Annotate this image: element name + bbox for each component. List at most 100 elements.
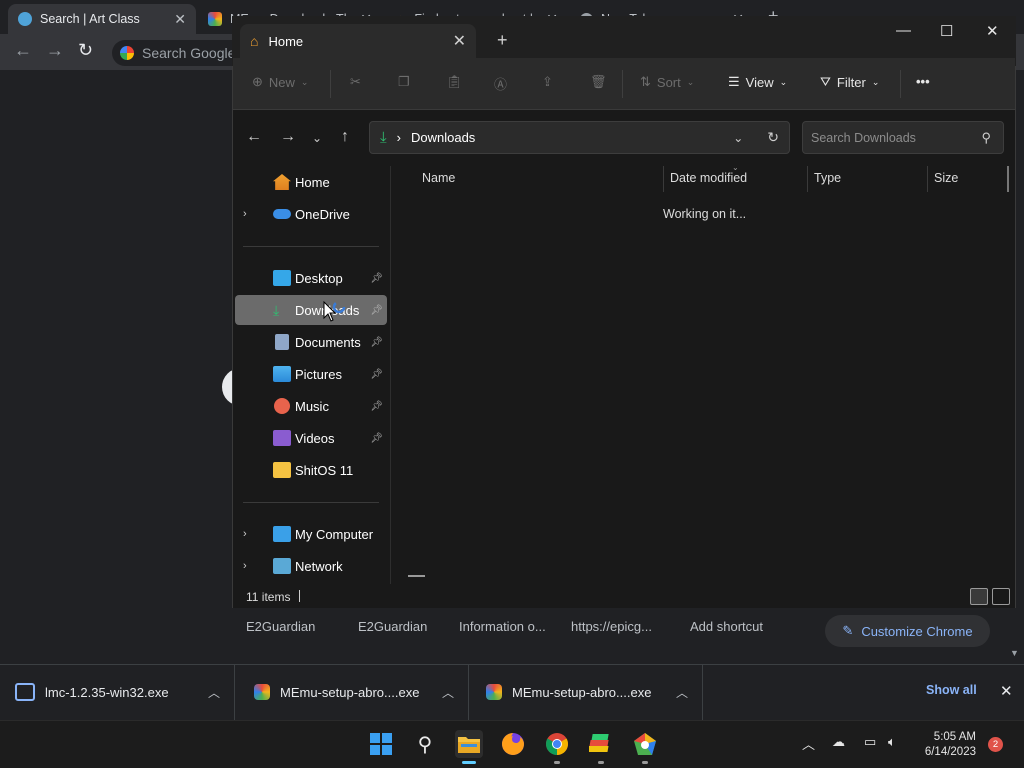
- close-icon[interactable]: ✕: [453, 31, 466, 51]
- omnibox-placeholder: Search Google: [142, 45, 236, 61]
- details-view-icon[interactable]: [970, 588, 988, 605]
- memu-icon[interactable]: [631, 730, 659, 764]
- pin-icon[interactable]: 📌︎: [370, 369, 383, 380]
- shortcut-tile[interactable]: E2Guardian: [246, 619, 315, 634]
- tiles-view-icon[interactable]: [992, 588, 1010, 605]
- back-arrow-icon[interactable]: ←: [246, 128, 262, 146]
- up-arrow-icon[interactable]: ↑: [341, 128, 349, 146]
- notification-badge[interactable]: 2: [988, 737, 1003, 752]
- paste-icon[interactable]: 📋︎: [446, 74, 463, 90]
- minimize-button[interactable]: —: [896, 22, 911, 39]
- add-shortcut-tile[interactable]: Add shortcut: [690, 619, 763, 634]
- pin-icon[interactable]: 📌︎: [370, 433, 383, 444]
- column-header-type[interactable]: Type: [814, 171, 841, 185]
- explorer-new-tab-button[interactable]: +: [497, 30, 508, 51]
- chevron-right-icon[interactable]: ›: [243, 560, 257, 572]
- chevron-up-tray-icon[interactable]: ︿: [802, 734, 815, 753]
- search-placeholder: Search Downloads: [811, 130, 916, 145]
- forward-arrow-icon[interactable]: →: [280, 128, 296, 146]
- volume-icon[interactable]: 🔈︎: [888, 734, 896, 750]
- view-button[interactable]: ☰ View ⌄: [728, 74, 787, 90]
- column-header-name[interactable]: Name: [422, 171, 455, 185]
- search-icon[interactable]: ⚲: [411, 730, 439, 758]
- sidebar-item-shitos[interactable]: ShitOS 11: [235, 455, 387, 485]
- sidebar-item-network[interactable]: › Network: [235, 551, 387, 581]
- sidebar-item-videos[interactable]: Videos 📌︎: [235, 423, 387, 453]
- close-window-button[interactable]: ✕: [986, 22, 999, 40]
- memu-file-icon: [254, 684, 270, 700]
- filter-button[interactable]: ⛛ Filter ⌄: [820, 74, 879, 90]
- delete-icon[interactable]: 🗑︎: [590, 74, 607, 90]
- close-icon[interactable]: ✕: [174, 11, 186, 28]
- column-header-date-modified[interactable]: Date modified: [670, 171, 747, 185]
- start-windows-icon[interactable]: [367, 730, 395, 758]
- refresh-icon[interactable]: ↻: [767, 129, 779, 146]
- taskbar-clock[interactable]: 5:05 AM 6/14/2023: [918, 730, 976, 760]
- chevron-down-icon[interactable]: ⌄: [733, 131, 743, 145]
- column-header-size[interactable]: Size: [934, 171, 958, 185]
- sidebar-item-home[interactable]: Home: [235, 167, 387, 197]
- more-options-button[interactable]: •••: [916, 74, 930, 89]
- column-separator[interactable]: [663, 166, 664, 192]
- sidebar-item-label: Network: [295, 558, 343, 574]
- clock-date: 6/14/2023: [924, 746, 976, 758]
- sidebar-item-downloads[interactable]: ⤓ Downloads 📌︎: [235, 295, 387, 325]
- download-item[interactable]: MEmu-setup-abro....exe ︿: [236, 664, 469, 720]
- new-button[interactable]: ⊕ New ⌄: [252, 74, 308, 90]
- search-input[interactable]: Search Downloads ⚲: [802, 121, 1004, 154]
- reload-icon[interactable]: ↻: [78, 40, 93, 61]
- shortcut-tile[interactable]: Information o...: [459, 619, 546, 634]
- memu-favicon-icon: [208, 12, 222, 26]
- forward-icon[interactable]: →: [46, 40, 64, 61]
- pin-icon[interactable]: 📌︎: [370, 305, 383, 316]
- network-tray-icon[interactable]: ▭: [864, 734, 876, 750]
- file-explorer-taskbar-icon[interactable]: [455, 730, 483, 764]
- column-separator[interactable]: [807, 166, 808, 192]
- memu-file-icon: [486, 684, 502, 700]
- vertical-scrollbar[interactable]: [1007, 166, 1009, 192]
- show-all-downloads-button[interactable]: Show all: [926, 683, 977, 697]
- back-icon[interactable]: ←: [14, 40, 32, 61]
- sidebar-item-pictures[interactable]: Pictures 📌︎: [235, 359, 387, 389]
- rename-icon[interactable]: Ⓐ: [494, 74, 507, 93]
- chrome-icon[interactable]: [543, 730, 571, 764]
- sort-button[interactable]: ⇅ Sort ⌄: [640, 74, 694, 90]
- pin-icon[interactable]: 📌︎: [370, 273, 383, 284]
- horizontal-scrollbar[interactable]: [408, 575, 425, 577]
- firefox-icon[interactable]: [499, 730, 527, 758]
- close-download-shelf-icon[interactable]: ✕: [1000, 682, 1013, 700]
- pin-icon[interactable]: 📌︎: [370, 337, 383, 348]
- download-item[interactable]: MEmu-setup-abro....exe ︿: [470, 664, 703, 720]
- bluestacks-icon[interactable]: [587, 730, 615, 764]
- status-bar: [233, 584, 1015, 608]
- cut-icon[interactable]: ✂: [350, 74, 361, 90]
- sidebar-item-my-computer[interactable]: › My Computer: [235, 519, 387, 549]
- breadcrumb-downloads[interactable]: Downloads: [411, 130, 475, 145]
- pin-icon[interactable]: 📌︎: [370, 401, 383, 412]
- sidebar-item-documents[interactable]: Documents 📌︎: [235, 327, 387, 357]
- share-icon[interactable]: ⇪: [542, 74, 553, 90]
- maximize-button[interactable]: ☐: [940, 22, 953, 40]
- sidebar-item-label: Home: [295, 174, 330, 190]
- explorer-tab-home[interactable]: ⌂ Home ✕: [240, 24, 476, 58]
- chevron-right-icon[interactable]: ›: [243, 208, 257, 220]
- customize-chrome-button[interactable]: ✎ Customize Chrome: [825, 615, 990, 647]
- copy-icon[interactable]: ❐: [398, 74, 410, 90]
- scroll-down-arrow-icon[interactable]: ▼: [1010, 648, 1019, 658]
- chevron-up-icon[interactable]: ︿: [208, 684, 220, 701]
- chevron-right-icon[interactable]: ›: [243, 528, 257, 540]
- chrome-tab-art-class[interactable]: Search | Art Class ✕: [8, 4, 196, 34]
- recent-locations-chevron-icon[interactable]: ⌄: [312, 131, 322, 145]
- onedrive-offline-icon[interactable]: ☁: [832, 734, 845, 750]
- sidebar-item-desktop[interactable]: Desktop 📌︎: [235, 263, 387, 293]
- sort-icon: ⇅: [640, 74, 651, 89]
- shortcut-tile[interactable]: E2Guardian: [358, 619, 427, 634]
- sidebar-item-music[interactable]: Music 📌︎: [235, 391, 387, 421]
- chevron-up-icon[interactable]: ︿: [442, 684, 454, 701]
- shortcut-tile[interactable]: https://epicg...: [571, 619, 652, 634]
- chevron-up-icon[interactable]: ︿: [676, 684, 688, 701]
- sidebar-item-onedrive[interactable]: › OneDrive: [235, 199, 387, 229]
- address-bar[interactable]: ⤓ › Downloads ⌄ ↻: [369, 121, 790, 154]
- column-separator[interactable]: [927, 166, 928, 192]
- download-item[interactable]: lmc-1.2.35-win32.exe ︿: [0, 664, 235, 720]
